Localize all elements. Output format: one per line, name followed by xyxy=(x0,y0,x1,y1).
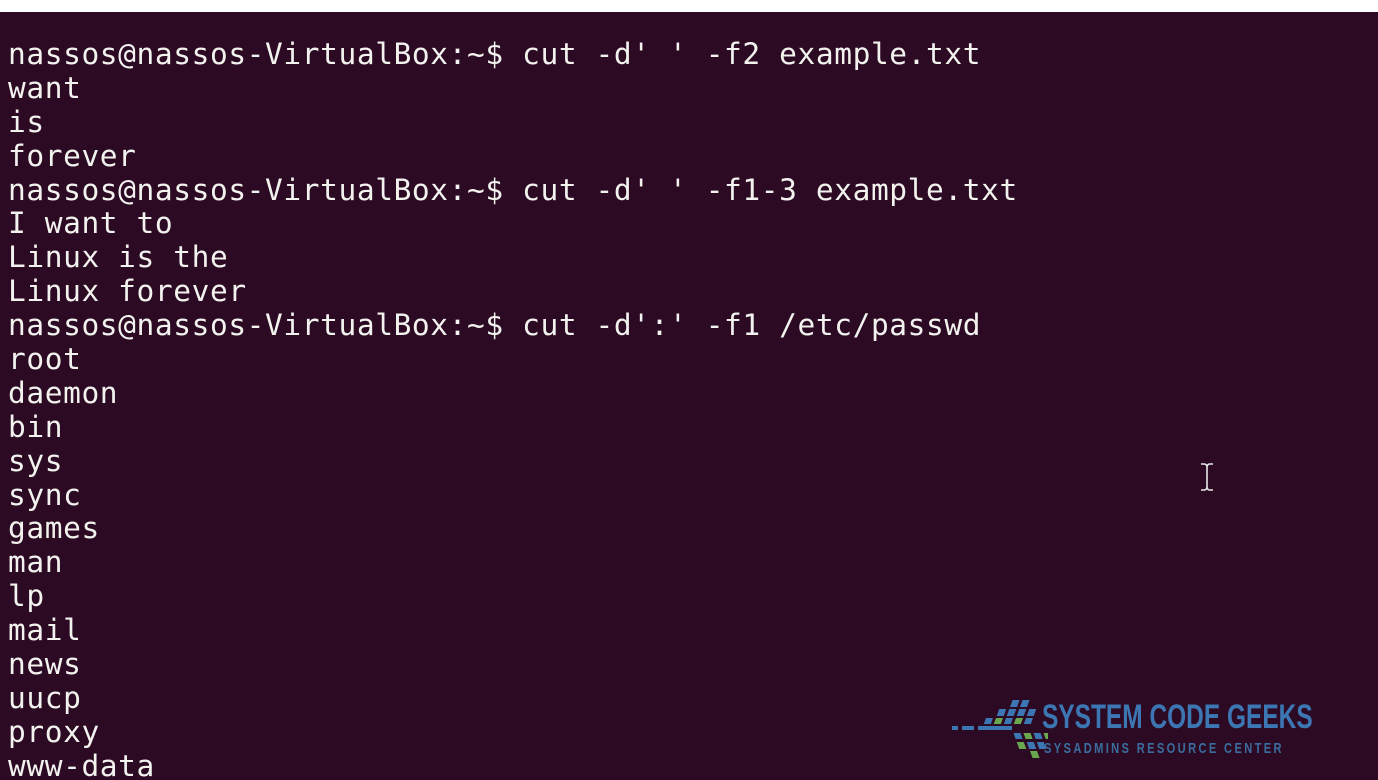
terminal-line-output: I want to xyxy=(8,206,174,241)
text-cursor-ibeam-icon xyxy=(1201,463,1213,491)
terminal-line-command: nassos@nassos-VirtualBox:~$ cut -d':' -f… xyxy=(8,308,982,343)
terminal-line-output: daemon xyxy=(8,375,119,410)
terminal-line-output: man xyxy=(8,545,64,580)
terminal-line-output: bin xyxy=(8,409,64,444)
terminal-line-output: forever xyxy=(8,138,137,173)
terminal-line-output: games xyxy=(8,511,100,546)
terminal-line-output: Linux is the xyxy=(8,240,229,275)
terminal-line-output: news xyxy=(8,647,82,682)
terminal-line-command: nassos@nassos-VirtualBox:~$ cut -d' ' -f… xyxy=(8,37,982,71)
terminal-line-output: uucp xyxy=(8,680,82,715)
terminal-line-output: sys xyxy=(8,443,64,478)
terminal-line-output: mail xyxy=(8,613,82,648)
terminal-line-output: want xyxy=(8,70,82,105)
terminal-line-output: is xyxy=(8,104,45,139)
watermark-subtitle: SYSADMINS RESOURCE CENTER xyxy=(1044,740,1284,757)
terminal-line-output: www-data xyxy=(8,748,155,780)
terminal-output[interactable]: nassos@nassos-VirtualBox:~$ cut -d' ' -f… xyxy=(8,37,1018,780)
terminal-line-output: root xyxy=(8,342,82,377)
watermark: SYSTEM CODE GEEKS SYSADMINS RESOURCE CEN… xyxy=(952,696,1342,766)
terminal-line-output: sync xyxy=(8,477,82,512)
terminal-window[interactable]: nassos@nassos-VirtualBox:~$ cut -d' ' -f… xyxy=(0,0,1378,780)
systemcodegeeks-logo-icon xyxy=(952,700,1048,758)
watermark-title: SYSTEM CODE GEEKS xyxy=(1042,698,1313,736)
terminal-line-output: Linux forever xyxy=(8,274,247,309)
top-border xyxy=(0,0,1378,12)
terminal-line-output: proxy xyxy=(8,714,100,749)
terminal-line-command: nassos@nassos-VirtualBox:~$ cut -d' ' -f… xyxy=(8,172,1018,207)
terminal-line-output: lp xyxy=(8,579,45,614)
